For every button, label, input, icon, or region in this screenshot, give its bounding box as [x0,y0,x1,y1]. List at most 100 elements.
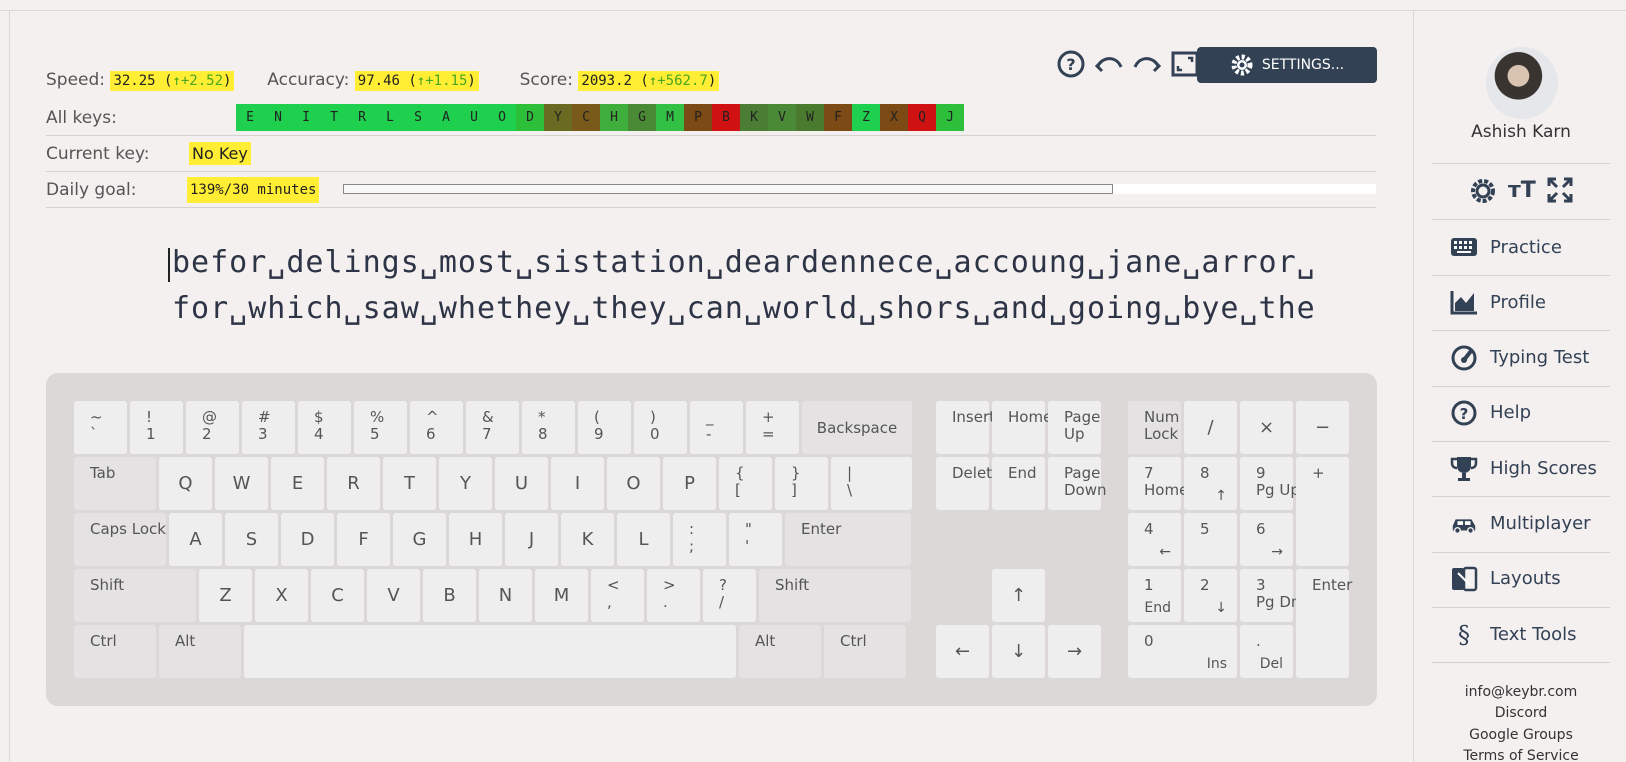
brightness-icon[interactable] [1468,176,1498,212]
sidebar-item-layouts[interactable]: Layouts [1450,565,1561,593]
numpad-divide-key[interactable]: / [1184,401,1237,454]
key-chip[interactable]: T [320,104,348,131]
key-6[interactable]: ^ 6 [410,401,463,454]
key-chip[interactable]: C [572,104,600,131]
numpad-enter-key[interactable]: Enter [1296,569,1352,678]
key-8[interactable]: * 8 [522,401,575,454]
enter-key[interactable]: Enter [785,513,911,566]
right-ctrl-key[interactable]: Ctrl [824,625,906,678]
sidebar-item-practice[interactable]: Practice [1450,233,1562,261]
numpad-6-key[interactable]: 6 → [1240,513,1293,566]
capslock-key[interactable]: Caps Lock [74,513,166,566]
key-chip[interactable]: W [796,104,824,131]
left-alt-key[interactable]: Alt [159,625,241,678]
numpad-0-key[interactable]: 0 Ins [1128,625,1237,678]
numpad-7-key[interactable]: 7 Home [1128,457,1188,510]
key-1[interactable]: W [215,457,268,510]
key-chip[interactable]: O [488,104,516,131]
key-9[interactable]: P [663,457,716,510]
key-chip[interactable]: N [264,104,292,131]
numpad-4-key[interactable]: 4 ← [1128,513,1181,566]
key-4[interactable]: B [423,569,476,622]
key-10[interactable]: " ' [729,513,782,566]
help-circle-icon[interactable]: ? [1056,48,1086,80]
key-3[interactable]: F [337,513,390,566]
key-7[interactable]: I [551,457,604,510]
key-4[interactable]: G [393,513,446,566]
key-chip[interactable]: I [292,104,320,131]
nav-key-0[interactable]: Insert [936,401,995,454]
numpad-2-key[interactable]: 2 ↓ [1184,569,1237,622]
key-3[interactable]: V [367,569,420,622]
key-chip[interactable]: Y [544,104,572,131]
key-3[interactable]: # 3 [242,401,295,454]
key-5[interactable]: % 5 [354,401,407,454]
key-8[interactable]: > . [647,569,700,622]
key-chip[interactable]: X [880,104,908,131]
key-5[interactable]: H [449,513,502,566]
footer-terms[interactable]: Terms of Service [1432,748,1610,762]
key-chip[interactable]: P [684,104,712,131]
arrow-right-key[interactable]: → [1048,625,1101,678]
numlock-key[interactable]: Num Lock [1128,401,1181,454]
key-chip[interactable]: F [824,104,852,131]
key-12[interactable]: + = [746,401,799,454]
key-5[interactable]: N [479,569,532,622]
numpad-3-key[interactable]: 3 Pg Dn [1240,569,1300,622]
nav-key-3[interactable]: Delete [936,457,1001,510]
redo-icon[interactable] [1132,48,1162,80]
key-chip[interactable]: G [628,104,656,131]
key-chip[interactable]: H [600,104,628,131]
left-ctrl-key[interactable]: Ctrl [74,625,156,678]
right-shift-key[interactable]: Shift [759,569,911,622]
footer-discord[interactable]: Discord [1432,705,1610,721]
expand-icon[interactable] [1546,176,1574,212]
key-1[interactable]: S [225,513,278,566]
nav-key-2[interactable]: Page Up [1048,401,1101,454]
key-7[interactable]: & 7 [466,401,519,454]
sidebar-item-text-tools[interactable]: § Text Tools [1450,620,1576,648]
sidebar-item-help[interactable]: ? Help [1450,399,1531,427]
key-7[interactable]: < , [591,569,644,622]
key-chip[interactable]: D [516,104,544,131]
key-2[interactable]: @ 2 [186,401,239,454]
footer-google-groups[interactable]: Google Groups [1432,727,1610,743]
key-chip[interactable]: A [432,104,460,131]
tab-key[interactable]: Tab [74,457,156,510]
key-chip[interactable]: Q [908,104,936,131]
arrow-up-key[interactable]: ↑ [992,569,1045,622]
footer-email[interactable]: info@keybr.com [1432,684,1610,700]
numpad-1-key[interactable]: 1 End [1128,569,1181,622]
key-chip[interactable]: L [376,104,404,131]
key-3[interactable]: R [327,457,380,510]
key-2[interactable]: C [311,569,364,622]
settings-button[interactable]: SETTINGS... [1197,47,1377,83]
key-9[interactable]: ? / [703,569,756,622]
undo-icon[interactable] [1094,48,1124,80]
key-chip[interactable]: S [404,104,432,131]
key-chip[interactable]: Z [852,104,880,131]
sidebar-item-multiplayer[interactable]: Multiplayer [1450,510,1591,538]
key-2[interactable]: D [281,513,334,566]
key-6[interactable]: J [505,513,558,566]
key-chip[interactable]: R [348,104,376,131]
key-chip[interactable]: K [740,104,768,131]
font-size-icon[interactable]: тT [1508,176,1536,212]
left-shift-key[interactable]: Shift [74,569,196,622]
key-7[interactable]: K [561,513,614,566]
nav-key-5[interactable]: Page Down [1048,457,1107,510]
key-chip[interactable]: U [460,104,488,131]
numpad-multiply-key[interactable]: × [1240,401,1293,454]
key-4[interactable]: T [383,457,436,510]
right-alt-key[interactable]: Alt [739,625,821,678]
sidebar-item-high-scores[interactable]: High Scores [1450,454,1597,482]
key-8[interactable]: L [617,513,670,566]
key-6[interactable]: U [495,457,548,510]
key-chip[interactable]: M [656,104,684,131]
arrow-left-key[interactable]: ← [936,625,989,678]
key-chip[interactable]: E [236,104,264,131]
avatar[interactable] [1486,47,1558,119]
numpad-plus-key[interactable]: + [1296,457,1349,566]
nav-key-1[interactable]: Home [992,401,1052,454]
key-11[interactable]: } ] [775,457,828,510]
